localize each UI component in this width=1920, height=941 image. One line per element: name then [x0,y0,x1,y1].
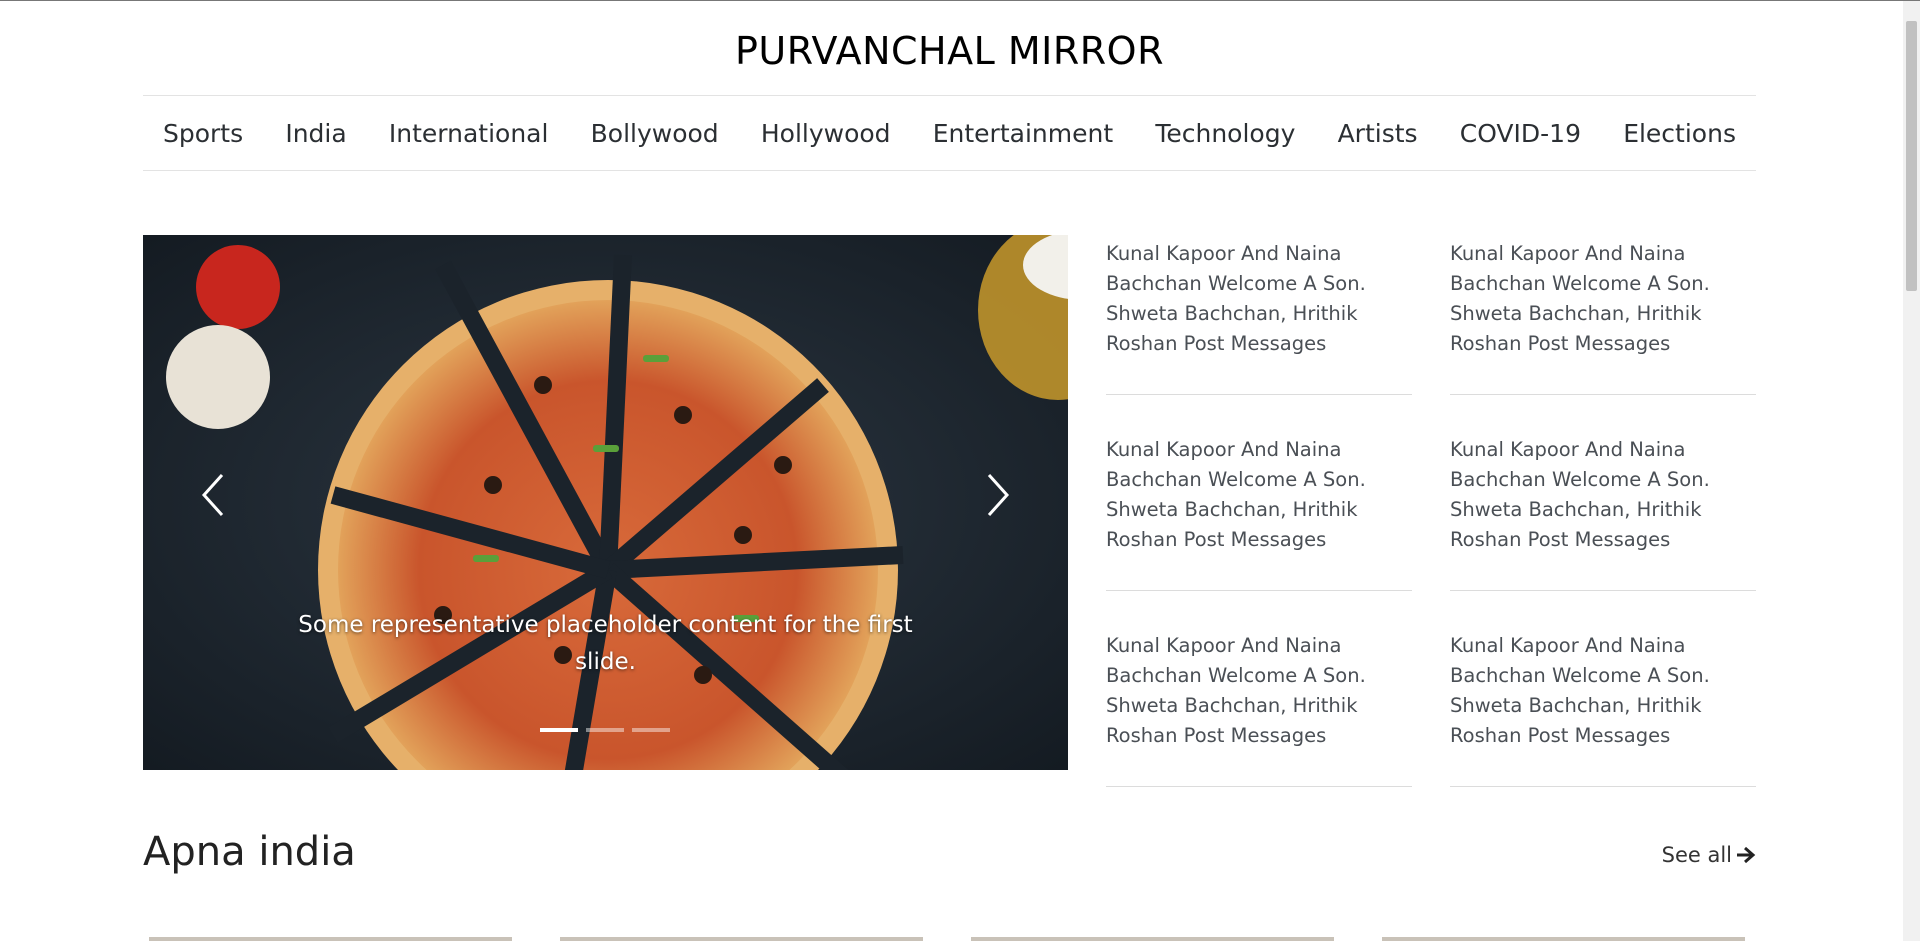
site-title[interactable]: PURVANCHAL MIRROR [143,27,1756,75]
chevron-left-icon [201,473,224,517]
news-title[interactable]: Kunal Kapoor And Naina Bachchan Welcome … [1106,435,1412,555]
card-image[interactable] [149,937,512,941]
carousel-next-button[interactable] [968,465,1028,525]
nav-item-bollywood[interactable]: Bollywood [591,119,719,148]
arrow-right-icon [1737,846,1756,864]
nav-item-sports[interactable]: Sports [163,119,243,148]
hero-carousel[interactable]: Some representative placeholder content … [143,235,1068,770]
carousel-indicators [540,728,670,732]
section-cards [149,937,1745,941]
page-container: PURVANCHAL MIRROR Sports India Internati… [143,1,1756,941]
carousel-slide-image [143,235,1068,770]
nav-item-international[interactable]: International [389,119,549,148]
chevron-right-icon [987,473,1010,517]
news-title[interactable]: Kunal Kapoor And Naina Bachchan Welcome … [1450,435,1756,555]
see-all-link[interactable]: See all [1662,843,1756,867]
carousel-indicator[interactable] [632,728,670,732]
scrollbar-thumb[interactable] [1906,21,1917,291]
news-title[interactable]: Kunal Kapoor And Naina Bachchan Welcome … [1450,631,1756,751]
carousel-caption: Some representative placeholder content … [298,612,913,675]
news-title[interactable]: Kunal Kapoor And Naina Bachchan Welcome … [1106,631,1412,751]
news-item[interactable]: Kunal Kapoor And Naina Bachchan Welcome … [1106,431,1412,591]
news-item[interactable]: Kunal Kapoor And Naina Bachchan Welcome … [1450,235,1756,395]
news-title[interactable]: Kunal Kapoor And Naina Bachchan Welcome … [1450,239,1756,359]
page-scrollbar[interactable] [1903,1,1920,941]
nav-item-elections[interactable]: Elections [1623,119,1736,148]
news-item[interactable]: Kunal Kapoor And Naina Bachchan Welcome … [1106,627,1412,787]
news-title[interactable]: Kunal Kapoor And Naina Bachchan Welcome … [1106,239,1412,359]
news-item[interactable]: Kunal Kapoor And Naina Bachchan Welcome … [1106,235,1412,395]
carousel-indicator[interactable] [586,728,624,732]
carousel-indicator[interactable] [540,728,578,732]
news-item[interactable]: Kunal Kapoor And Naina Bachchan Welcome … [1450,627,1756,787]
nav-item-covid-19[interactable]: COVID-19 [1460,119,1581,148]
nav-item-india[interactable]: India [285,119,346,148]
news-item[interactable]: Kunal Kapoor And Naina Bachchan Welcome … [1450,431,1756,591]
nav-item-hollywood[interactable]: Hollywood [761,119,891,148]
section-title: Apna india [143,829,356,875]
see-all-label: See all [1661,843,1732,867]
card-image[interactable] [560,937,923,941]
card-image[interactable] [1382,937,1745,941]
nav-item-technology[interactable]: Technology [1155,119,1295,148]
nav-item-artists[interactable]: Artists [1338,119,1418,148]
news-grid: Kunal Kapoor And Naina Bachchan Welcome … [1106,235,1756,823]
carousel-prev-button[interactable] [183,465,243,525]
nav-item-entertainment[interactable]: Entertainment [933,119,1113,148]
card-image[interactable] [971,937,1334,941]
main-nav: Sports India International Bollywood Hol… [143,95,1756,171]
